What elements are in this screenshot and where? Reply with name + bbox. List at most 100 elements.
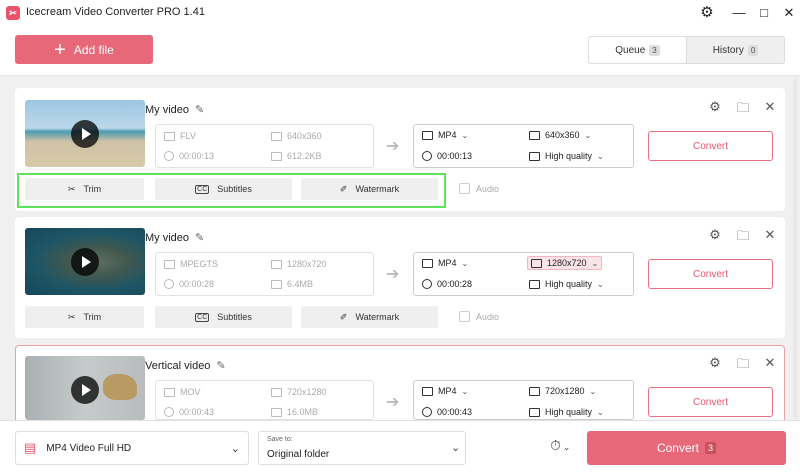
video-thumbnail[interactable] [25,228,145,295]
app-title: Icecream Video Converter PRO 1.41 [26,6,205,18]
watermark-button[interactable]: ✐ Watermark [301,306,438,328]
rename-pencil-icon[interactable]: ✎ [195,103,204,116]
source-info-box: FLV 640x360 00:00:13 612.2KB [155,124,374,168]
watermark-button[interactable]: ✐ Watermark [301,178,438,200]
remove-close-icon[interactable]: ✕ [762,99,778,115]
source-size-value: 16.0MB [287,407,319,417]
settings-gear-icon[interactable]: ⚙ [707,99,723,115]
output-settings-box: MP4 ⌄ 640x360 ⌄ 00:00:13 High quality ⌄ [413,124,634,168]
rename-pencil-icon[interactable]: ✎ [216,359,225,372]
trim-label: Trim [83,312,102,322]
maximize-button[interactable]: □ [753,3,775,23]
settings-gear-icon[interactable]: ⚙ [707,355,723,371]
clock-icon [422,407,432,417]
output-format-value: MP4 [438,258,457,268]
source-format-value: MOV [180,387,201,397]
clock-icon [422,151,432,161]
trim-button[interactable]: ✂ Trim [25,306,144,328]
output-duration: 00:00:28 [422,279,472,289]
resolution-icon [271,387,282,397]
output-settings-box: MP4 ⌄ 720x1280 ⌄ 00:00:43 High quality ⌄ [413,380,634,420]
output-resolution-select[interactable]: 720x1280 ⌄ [529,386,596,396]
play-icon[interactable] [71,376,99,404]
clock-icon [164,151,174,161]
convert-all-label: Convert [656,441,699,455]
output-quality-select[interactable]: High quality ⌄ [529,151,604,161]
convert-all-button[interactable]: Convert 3 [587,431,786,465]
output-quality-select[interactable]: High quality ⌄ [529,279,604,289]
output-format-select[interactable]: MP4 ⌄ [422,258,468,268]
resolution-icon [529,130,540,140]
video-title: My video ✎ [145,103,204,117]
rename-pencil-icon[interactable]: ✎ [195,231,204,244]
convert-button[interactable]: Convert [648,131,773,161]
tab-history-label: History [712,44,744,56]
source-duration-value: 00:00:13 [179,151,215,161]
remove-close-icon[interactable]: ✕ [762,227,778,243]
audio-label: Audio [476,183,500,194]
play-icon[interactable] [71,120,99,148]
video-title: My video ✎ [145,231,204,245]
audio-option[interactable]: Audio [459,311,499,322]
chevron-down-icon: ⌄ [597,407,604,417]
add-file-button[interactable]: + Add file [15,35,153,64]
watermark-label: Watermark [355,312,400,322]
minimize-button[interactable]: — [728,3,750,23]
source-size-value: 612.2KB [287,151,322,161]
source-resolution-value: 640x360 [287,131,322,141]
resolution-icon [271,259,282,269]
save-to-value: Original folder [267,449,330,460]
audio-checkbox[interactable] [459,183,470,194]
tab-queue[interactable]: Queue 3 [588,36,687,64]
play-icon[interactable] [71,248,99,276]
chevron-down-icon: ⌄ [230,442,240,455]
film-icon [422,386,433,396]
settings-gear-icon[interactable]: ⚙ [696,3,718,23]
subtitles-button[interactable]: CC Subtitles [155,178,292,200]
tab-history[interactable]: History 0 [687,37,784,63]
convert-button[interactable]: Convert [648,387,773,417]
film-icon [422,258,433,268]
close-window-button[interactable]: ✕ [778,3,800,23]
subtitles-button[interactable]: CC Subtitles [155,306,292,328]
video-thumbnail[interactable] [25,100,145,167]
tab-queue-label: Queue [615,44,646,56]
open-folder-icon[interactable]: 🗀 [735,227,751,249]
scrollbar[interactable] [793,78,797,418]
quality-icon [529,279,540,289]
film-icon [164,259,175,269]
output-preset-select[interactable]: ▤ MP4 Video Full HD ⌄ [15,431,249,465]
settings-gear-icon[interactable]: ⚙ [707,227,723,243]
chevron-down-icon: ⌄ [597,279,604,289]
chevron-down-icon: ⌄ [461,258,469,268]
convert-count-badge: 3 [705,442,717,454]
audio-option[interactable]: Audio [459,183,499,194]
schedule-timer-icon[interactable]: ⏱ ⌄ [550,437,570,454]
app-logo-icon: ✂ [6,6,20,20]
output-format-select[interactable]: MP4 ⌄ [422,386,468,396]
output-quality-select[interactable]: High quality ⌄ [529,407,604,417]
open-folder-icon[interactable]: 🗀 [735,99,751,121]
arrow-right-icon: ➔ [386,394,400,411]
convert-button[interactable]: Convert [648,259,773,289]
output-quality-value: High quality [545,407,593,417]
resolution-icon [531,258,542,268]
save-to-select[interactable]: Save to: Original folder ⌄ [258,431,466,465]
audio-checkbox[interactable] [459,311,470,322]
folder-icon [271,407,282,417]
output-resolution-value: 640x360 [545,130,580,140]
output-format-select[interactable]: MP4 ⌄ [422,130,468,140]
remove-close-icon[interactable]: ✕ [762,355,778,371]
output-duration: 00:00:13 [422,151,472,161]
chevron-down-icon: ⌄ [597,151,604,161]
film-icon [422,130,433,140]
video-name: Vertical video [145,359,211,372]
trim-button[interactable]: ✂ Trim [25,178,144,200]
video-thumbnail[interactable] [25,356,145,420]
output-resolution-select[interactable]: 1280x720 ⌄ [527,256,603,270]
save-to-label: Save to: [267,436,293,443]
folder-icon [271,151,282,161]
add-file-label: Add file [73,42,114,57]
output-resolution-select[interactable]: 640x360 ⌄ [529,130,591,140]
open-folder-icon[interactable]: 🗀 [735,355,751,377]
